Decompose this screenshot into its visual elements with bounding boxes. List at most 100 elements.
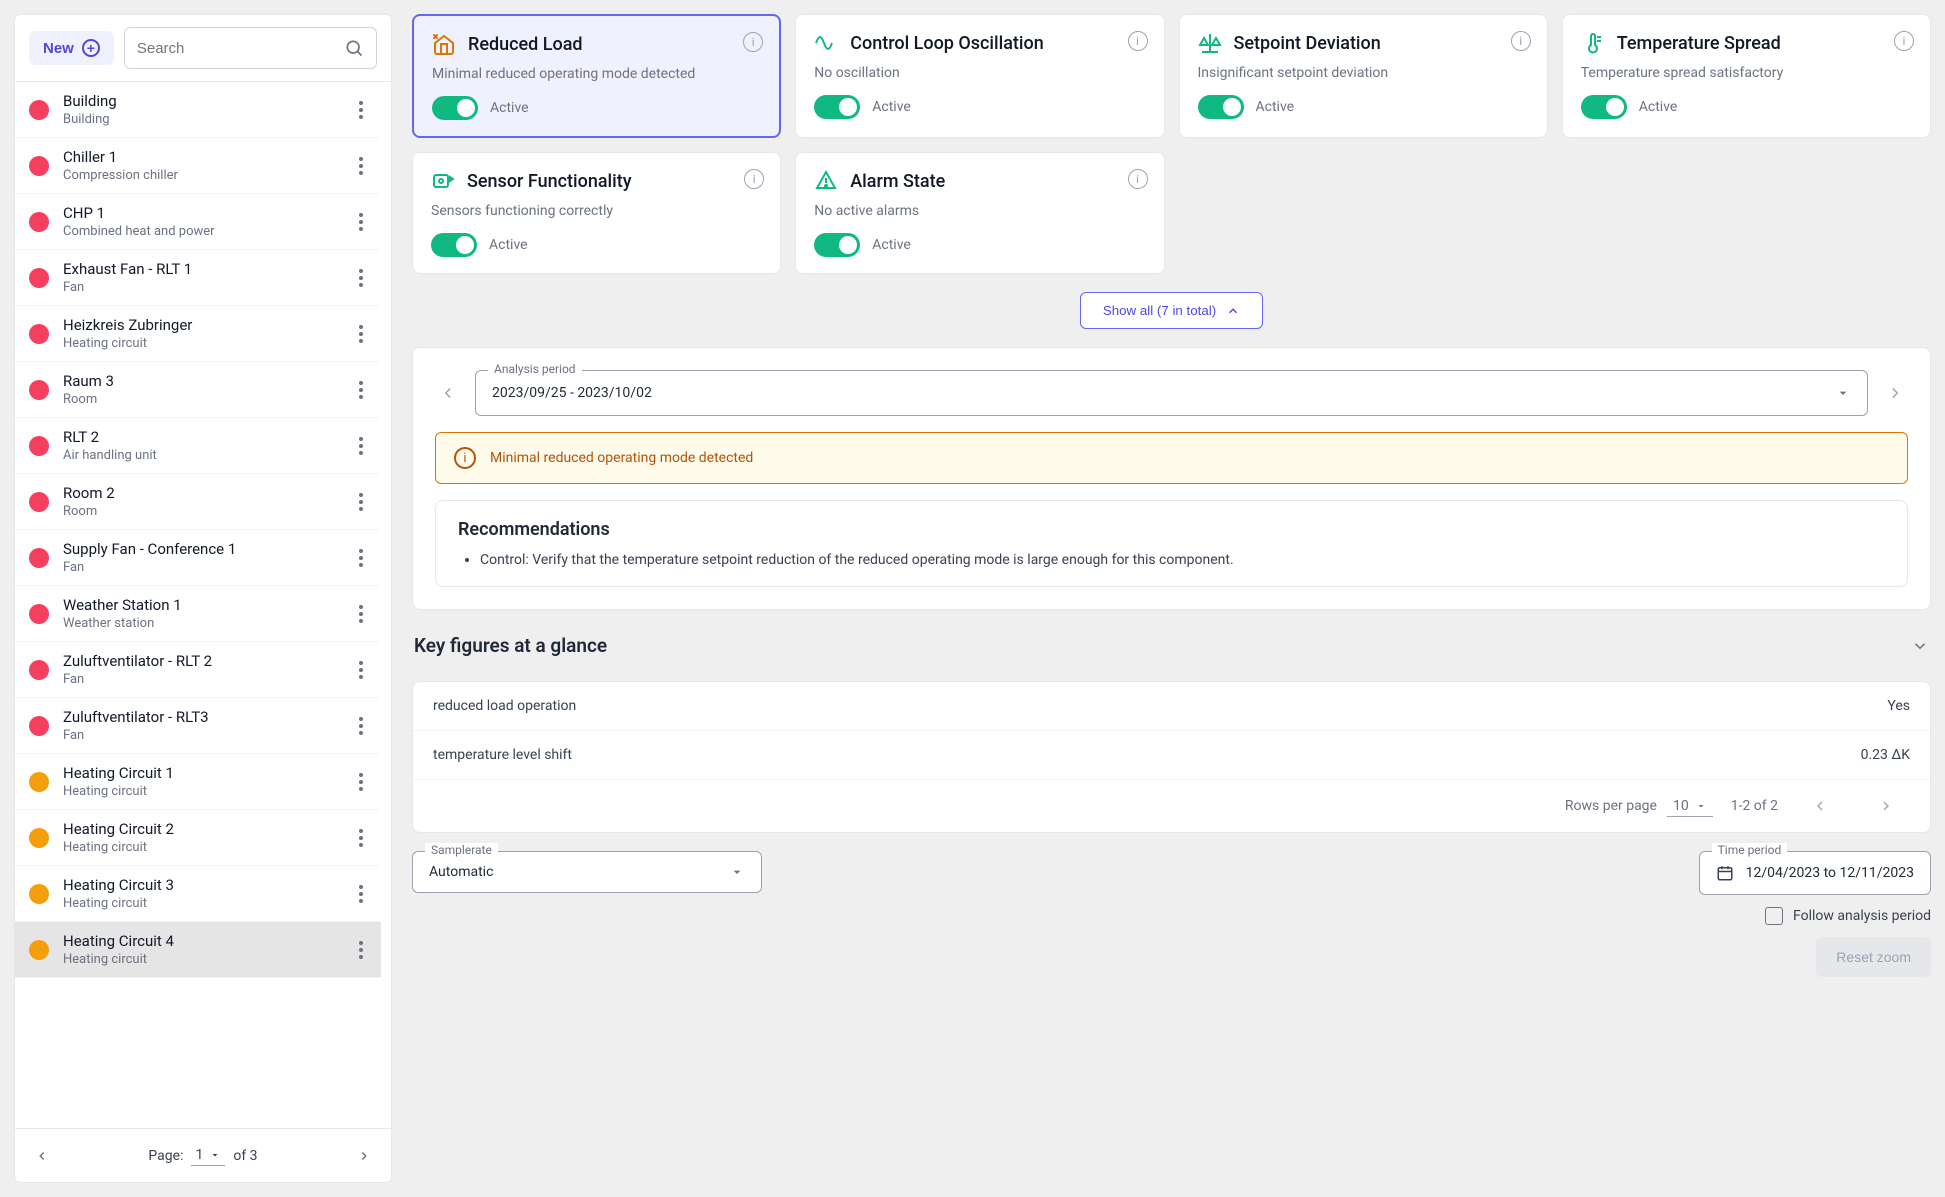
kf-prev[interactable]: [1796, 794, 1844, 818]
item-subtitle: Heating circuit: [63, 896, 341, 911]
analysis-period-legend: Analysis period: [488, 362, 582, 376]
item-subtitle: Fan: [63, 728, 341, 743]
analysis-card[interactable]: i Alarm State No active alarms Active: [795, 152, 1164, 274]
list-item[interactable]: Heating Circuit 4 Heating circuit: [15, 922, 381, 978]
list-item[interactable]: Weather Station 1 Weather station: [15, 586, 381, 642]
info-icon[interactable]: i: [1894, 31, 1914, 51]
analysis-card[interactable]: i Sensor Functionality Sensors functioni…: [412, 152, 781, 274]
item-menu[interactable]: [355, 437, 367, 455]
item-menu[interactable]: [355, 661, 367, 679]
card-title: Sensor Functionality: [467, 171, 632, 192]
show-all-label: Show all (7 in total): [1103, 303, 1216, 318]
analysis-card[interactable]: i Control Loop Oscillation No oscillatio…: [795, 14, 1164, 138]
search-input[interactable]: [137, 40, 344, 57]
dropdown-icon: [729, 864, 745, 880]
time-period-select[interactable]: Time period 12/04/2023 to 12/11/2023: [1699, 851, 1931, 895]
component-list[interactable]: Building Building Chiller 1 Compression …: [15, 81, 391, 1128]
item-title: RLT 2: [63, 428, 341, 446]
toggle-label: Active: [1256, 99, 1295, 115]
sidebar-prev[interactable]: [35, 1149, 49, 1163]
item-title: Heating Circuit 4: [63, 932, 341, 950]
list-item[interactable]: Heating Circuit 1 Heating circuit: [15, 754, 381, 810]
kf-rpp-select[interactable]: 10: [1667, 796, 1713, 817]
kf-next[interactable]: [1862, 794, 1910, 818]
list-item[interactable]: Heating Circuit 2 Heating circuit: [15, 810, 381, 866]
item-subtitle: Combined heat and power: [63, 224, 341, 239]
info-icon[interactable]: i: [1128, 169, 1148, 189]
status-dot: [29, 604, 49, 624]
list-item[interactable]: Chiller 1 Compression chiller: [15, 138, 381, 194]
kf-range: 1-2 of 2: [1731, 798, 1778, 814]
item-subtitle: Compression chiller: [63, 168, 341, 183]
item-subtitle: Heating circuit: [63, 784, 341, 799]
item-menu[interactable]: [355, 101, 367, 119]
status-dot: [29, 492, 49, 512]
active-toggle[interactable]: [431, 233, 477, 257]
item-menu[interactable]: [355, 717, 367, 735]
analysis-card[interactable]: i Setpoint Deviation Insignificant setpo…: [1179, 14, 1548, 138]
item-subtitle: Air handling unit: [63, 448, 341, 463]
item-menu[interactable]: [355, 549, 367, 567]
active-toggle[interactable]: [432, 96, 478, 120]
card-icon: [814, 31, 838, 55]
list-item[interactable]: Zuluftventilator - RLT3 Fan: [15, 698, 381, 754]
follow-analysis-period[interactable]: Follow analysis period: [1765, 907, 1931, 925]
list-item[interactable]: Supply Fan - Conference 1 Fan: [15, 530, 381, 586]
pager-current[interactable]: 1: [191, 1145, 225, 1166]
item-menu[interactable]: [355, 157, 367, 175]
active-toggle[interactable]: [1198, 95, 1244, 119]
item-menu[interactable]: [355, 381, 367, 399]
item-menu[interactable]: [355, 269, 367, 287]
list-item[interactable]: Zuluftventilator - RLT 2 Fan: [15, 642, 381, 698]
item-menu[interactable]: [355, 829, 367, 847]
key-figures-title: Key figures at a glance: [414, 634, 607, 657]
item-menu[interactable]: [355, 885, 367, 903]
key-figures-table: reduced load operation Yes temperature l…: [412, 681, 1931, 833]
item-menu[interactable]: [355, 493, 367, 511]
list-item[interactable]: Heizkreis Zubringer Heating circuit: [15, 306, 381, 362]
info-icon[interactable]: i: [1128, 31, 1148, 51]
list-item[interactable]: Room 2 Room: [15, 474, 381, 530]
period-next[interactable]: [1882, 384, 1908, 402]
analysis-period-select[interactable]: Analysis period 2023/09/25 - 2023/10/02: [475, 370, 1868, 416]
list-item[interactable]: Building Building: [15, 82, 381, 138]
dropdown-icon: [1835, 385, 1851, 401]
analysis-card[interactable]: i Reduced Load Minimal reduced operating…: [412, 14, 781, 138]
item-title: Room 2: [63, 484, 341, 502]
reset-zoom-button[interactable]: Reset zoom: [1816, 937, 1931, 977]
item-menu[interactable]: [355, 941, 367, 959]
recommendations-title: Recommendations: [458, 519, 1885, 540]
list-item[interactable]: Raum 3 Room: [15, 362, 381, 418]
active-toggle[interactable]: [814, 95, 860, 119]
list-item[interactable]: Heating Circuit 3 Heating circuit: [15, 866, 381, 922]
card-title: Alarm State: [850, 171, 945, 192]
item-title: Heizkreis Zubringer: [63, 316, 341, 334]
active-toggle[interactable]: [814, 233, 860, 257]
item-title: Raum 3: [63, 372, 341, 390]
follow-label: Follow analysis period: [1793, 908, 1931, 924]
analysis-period-value: 2023/09/25 - 2023/10/02: [492, 385, 652, 401]
card-icon: [431, 169, 455, 193]
show-all-button[interactable]: Show all (7 in total): [1080, 292, 1263, 329]
key-figures-header[interactable]: Key figures at a glance: [412, 628, 1931, 663]
item-menu[interactable]: [355, 605, 367, 623]
sidebar-next[interactable]: [357, 1149, 371, 1163]
list-item[interactable]: RLT 2 Air handling unit: [15, 418, 381, 474]
item-menu[interactable]: [355, 213, 367, 231]
item-title: Weather Station 1: [63, 596, 341, 614]
list-item[interactable]: Exhaust Fan - RLT 1 Fan: [15, 250, 381, 306]
card-subtitle: Sensors functioning correctly: [431, 203, 762, 219]
status-dot: [29, 884, 49, 904]
info-icon[interactable]: i: [1511, 31, 1531, 51]
period-prev[interactable]: [435, 384, 461, 402]
list-item[interactable]: CHP 1 Combined heat and power: [15, 194, 381, 250]
item-menu[interactable]: [355, 773, 367, 791]
samplerate-select[interactable]: Samplerate Automatic: [412, 851, 762, 893]
active-toggle[interactable]: [1581, 95, 1627, 119]
analysis-card[interactable]: i Temperature Spread Temperature spread …: [1562, 14, 1931, 138]
samplerate-legend: Samplerate: [425, 843, 498, 857]
checkbox-icon[interactable]: [1765, 907, 1783, 925]
item-menu[interactable]: [355, 325, 367, 343]
new-button[interactable]: New +: [29, 31, 114, 65]
search-input-wrap[interactable]: [124, 27, 377, 69]
